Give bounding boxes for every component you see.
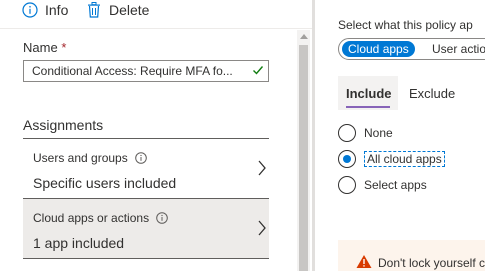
radio-circle[interactable] bbox=[338, 124, 356, 142]
radio-circle-selected[interactable] bbox=[338, 150, 356, 168]
warning-banner: Don't lock yourself c bbox=[338, 240, 485, 271]
checkmark-icon bbox=[252, 64, 264, 79]
delete-button[interactable]: Delete bbox=[86, 1, 149, 19]
cloud-apps-panel: Select what this policy ap Cloud apps Us… bbox=[315, 0, 485, 271]
info-icon[interactable] bbox=[134, 152, 147, 164]
tab-exclude[interactable]: Exclude bbox=[409, 86, 455, 101]
divider bbox=[23, 258, 269, 259]
toggle-user-actions[interactable]: User actio bbox=[432, 41, 485, 57]
tab-selected-indicator bbox=[346, 106, 390, 108]
radio-none-label: None bbox=[364, 126, 393, 140]
toggle-cloud-apps[interactable]: Cloud apps bbox=[342, 41, 415, 57]
name-label: Name * bbox=[23, 40, 66, 55]
apps-actions-toggle: Cloud apps User actio bbox=[338, 38, 485, 60]
toolbar: Info Delete bbox=[0, 0, 290, 22]
warning-text: Don't lock yourself c bbox=[378, 256, 485, 270]
delete-label: Delete bbox=[109, 2, 150, 18]
cloud-apps-or-actions-item[interactable]: Cloud apps or actions 1 app included bbox=[23, 199, 269, 258]
info-button[interactable]: Info bbox=[22, 1, 68, 19]
tab-include[interactable]: Include bbox=[338, 76, 398, 110]
name-label-text: Name bbox=[23, 40, 58, 55]
scroll-up-arrow-icon[interactable] bbox=[297, 33, 310, 43]
users-and-groups-value: Specific users included bbox=[33, 175, 177, 191]
chevron-right-icon bbox=[257, 159, 267, 182]
name-input-value: Conditional Access: Require MFA fo... bbox=[32, 64, 233, 78]
warning-icon bbox=[356, 254, 372, 271]
radio-none[interactable]: None bbox=[338, 124, 393, 142]
scrollbar-thumb[interactable] bbox=[299, 45, 308, 271]
info-label: Info bbox=[45, 2, 69, 18]
info-icon[interactable] bbox=[156, 212, 168, 224]
radio-circle[interactable] bbox=[338, 176, 356, 194]
name-input[interactable]: Conditional Access: Require MFA fo... bbox=[23, 60, 269, 82]
cloud-apps-title: Cloud apps or actions bbox=[33, 211, 168, 225]
required-mark: * bbox=[61, 40, 67, 55]
chevron-right-icon bbox=[257, 219, 267, 242]
radio-all-cloud-apps[interactable]: All cloud apps bbox=[338, 150, 445, 168]
scrollbar[interactable] bbox=[297, 30, 310, 271]
tab-include-label: Include bbox=[346, 86, 392, 101]
radio-all-cloud-apps-label: All cloud apps bbox=[364, 151, 445, 167]
policy-details-panel: Info Delete Name * Conditional Access: R… bbox=[0, 0, 312, 271]
trash-icon bbox=[86, 2, 102, 18]
users-and-groups-item[interactable]: Users and groups Specific users included bbox=[23, 139, 269, 198]
select-policy-label: Select what this policy ap bbox=[338, 18, 473, 32]
users-and-groups-title: Users and groups bbox=[33, 151, 147, 165]
users-and-groups-title-text: Users and groups bbox=[33, 151, 128, 165]
radio-select-apps-label: Select apps bbox=[364, 178, 427, 192]
toolbar-divider bbox=[0, 28, 312, 29]
radio-select-apps[interactable]: Select apps bbox=[338, 176, 427, 194]
info-icon bbox=[22, 2, 38, 18]
cloud-apps-title-text: Cloud apps or actions bbox=[33, 211, 150, 225]
radio-dot bbox=[343, 155, 351, 163]
cloud-apps-value: 1 app included bbox=[33, 235, 125, 251]
assignments-heading: Assignments bbox=[23, 117, 104, 133]
